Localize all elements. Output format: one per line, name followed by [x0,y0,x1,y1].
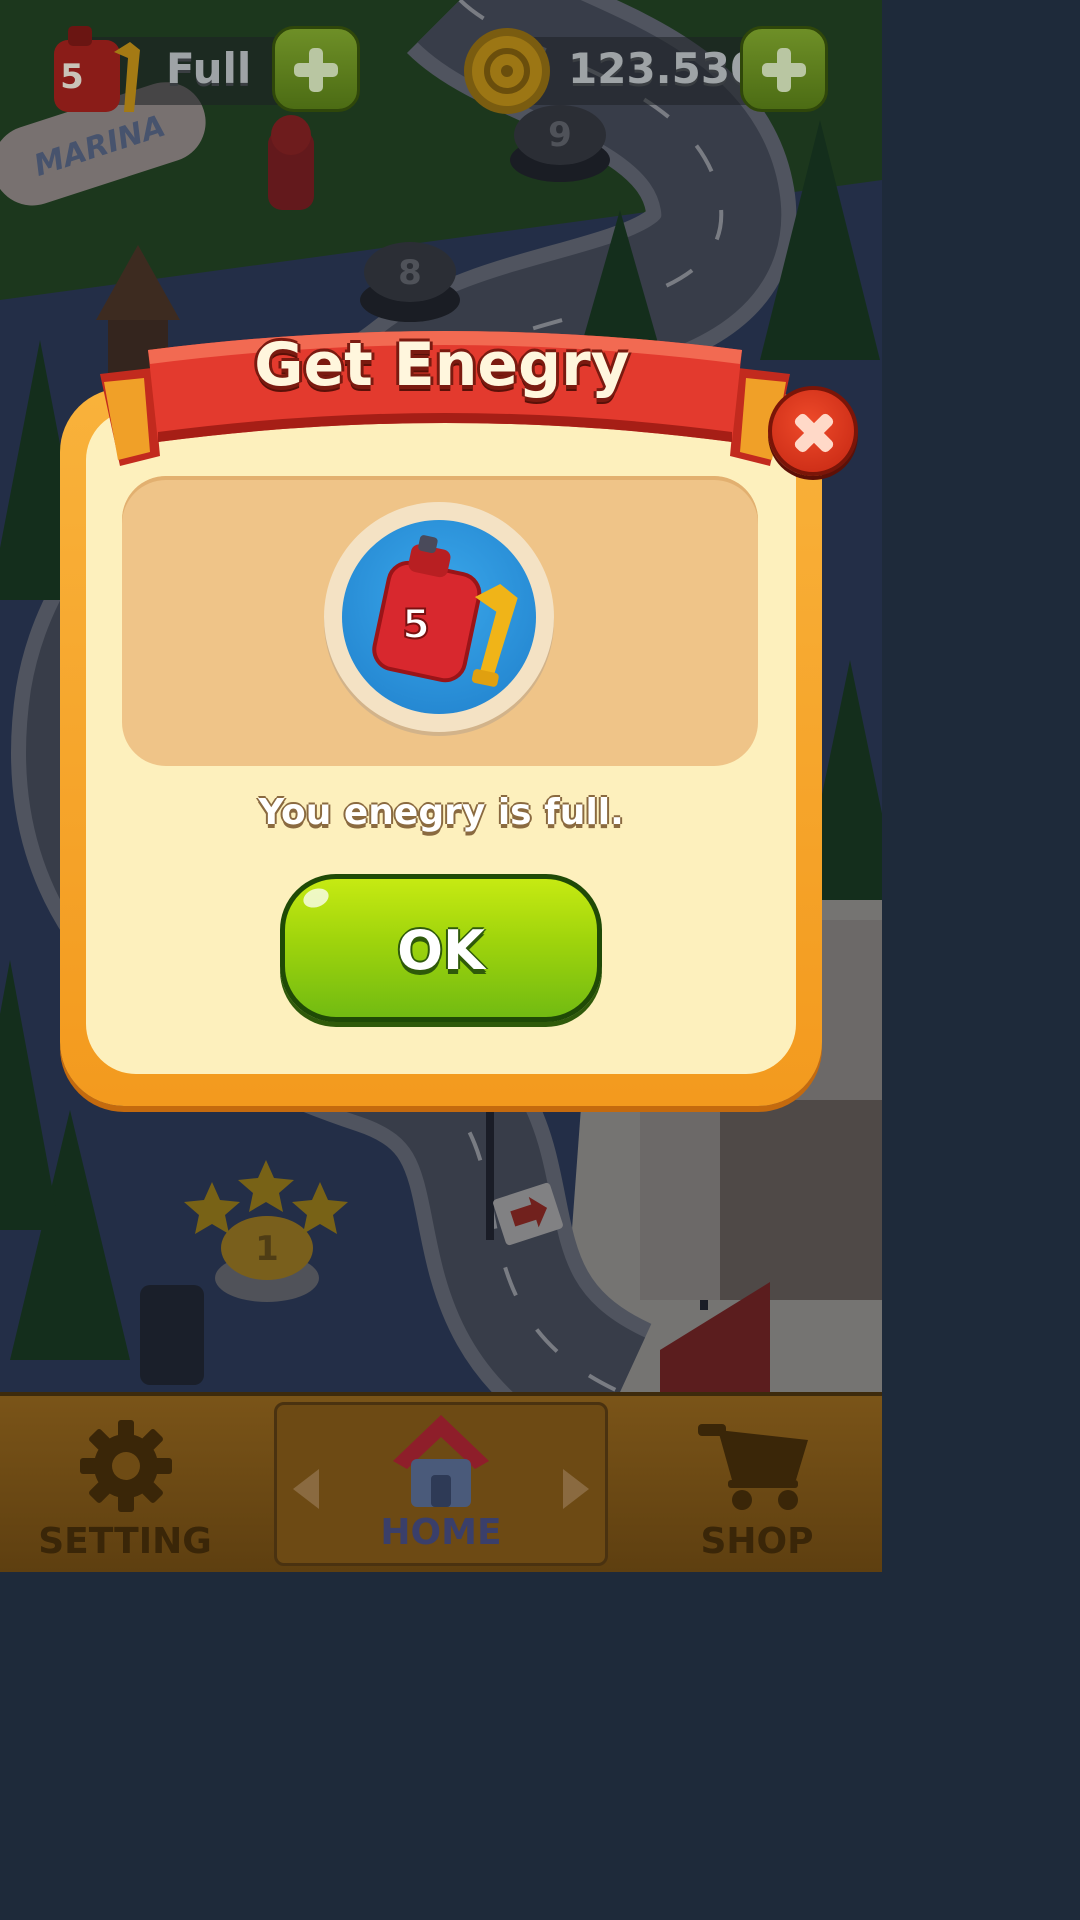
nav-label-setting: SETTING [38,1521,212,1562]
ok-button[interactable]: OK [280,874,602,1022]
energy-status: Full [166,44,252,93]
coin-icon [464,28,550,114]
dialog-title: Get Enegry [254,330,630,400]
energy-full-message: You enegry is full. [258,792,624,833]
close-button[interactable] [768,386,858,476]
nav-label-shop: SHOP [700,1521,814,1562]
add-energy-button[interactable] [272,26,360,112]
chevron-left-icon [293,1469,319,1509]
nav-label-home: HOME [380,1512,502,1553]
bottom-nav: SETTING HOME SHOP [0,1392,882,1572]
home-icon [393,1415,489,1507]
nav-item-setting[interactable]: SETTING [30,1396,220,1572]
add-coins-button[interactable] [740,26,828,112]
ok-button-label: OK [397,919,485,982]
cart-icon [698,1424,808,1510]
fuel-can-count: 5 [402,602,430,648]
chevron-right-icon [563,1469,589,1509]
nav-item-shop[interactable]: SHOP [662,1396,852,1572]
energy-count: 5 [60,57,84,97]
nav-item-home[interactable]: HOME [274,1402,608,1566]
gear-icon [80,1420,172,1512]
fuel-can-icon: 5 [372,535,518,687]
coin-balance: 123.530 [568,44,760,93]
energy-medal-core: 5 [342,520,536,714]
fuel-can-icon: 5 [54,26,140,112]
